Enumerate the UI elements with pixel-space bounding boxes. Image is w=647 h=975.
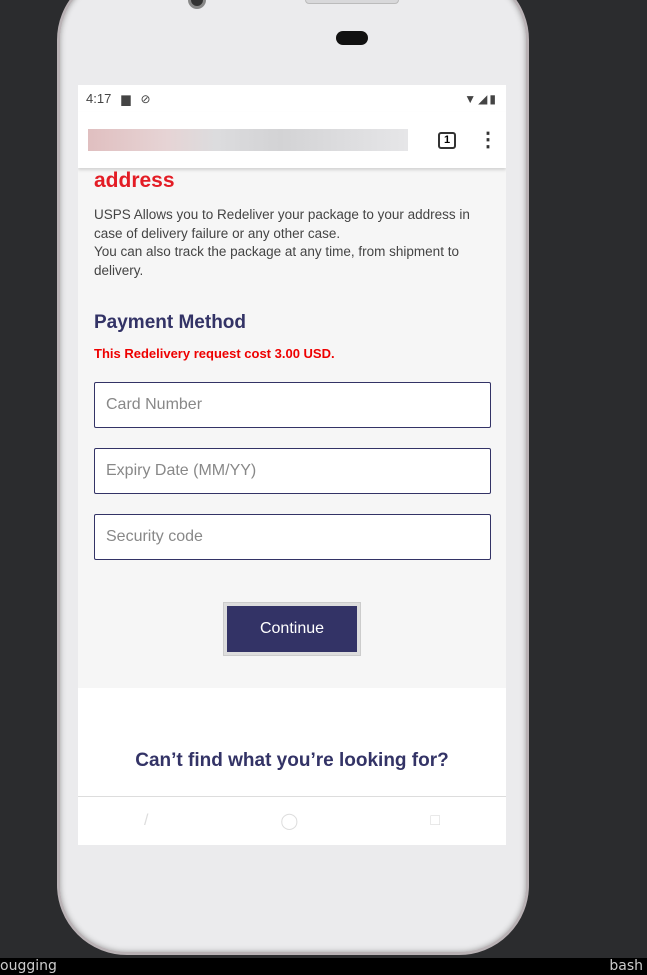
payment-method-title: Payment Method [94,312,247,333]
cost-notice: This Redelivery request cost 3.00 USD. [94,346,335,361]
description-line: USPS Allows you to Redeliver your packag… [94,207,470,241]
page-content: address USPS Allows you to Redeliver you… [78,169,506,656]
speaker-grille [305,0,399,4]
status-time: 4:17 [86,91,112,106]
android-nav-bar: / ◯ □ [78,796,506,845]
more-options-icon[interactable]: ⋮ [478,130,498,150]
signal-icon: ◢ [478,91,490,106]
expiry-date-input[interactable] [94,448,491,494]
battery-icon: ▮ [489,91,498,106]
footer-title: Can’t find what you’re looking for? [135,750,449,771]
phone-screen: 4:17 ▆ ⊘ ▼◢▮ 1 ⋮ address USPS Allows you… [78,85,506,845]
description: USPS Allows you to Redeliver your packag… [94,206,490,280]
card-number-input[interactable] [94,382,491,428]
tab-switcher-button[interactable]: 1 [438,131,456,149]
taskbar-item-bash[interactable]: bash [609,958,643,975]
description-line: You can also track the package at any ti… [94,244,459,278]
host-taskbar: ougging bash [0,958,647,975]
wifi-icon: ▼ [464,91,479,106]
status-bar: 4:17 ▆ ⊘ ▼◢▮ [78,85,506,112]
sync-off-icon: ⊘ [140,91,151,106]
back-icon[interactable]: / [144,812,148,830]
continue-button[interactable]: Continue [223,602,361,656]
url-bar-blurred[interactable] [88,129,408,151]
section-heading: address [94,169,175,192]
front-camera [188,0,206,9]
security-code-input[interactable] [94,514,491,560]
browser-toolbar: 1 ⋮ [78,112,506,168]
sd-card-icon: ▆ [121,91,131,106]
taskbar-item-debugging[interactable]: ougging [0,958,57,975]
home-icon[interactable]: ◯ [280,811,298,831]
proximity-sensor [336,31,368,45]
recents-icon[interactable]: □ [430,812,440,830]
